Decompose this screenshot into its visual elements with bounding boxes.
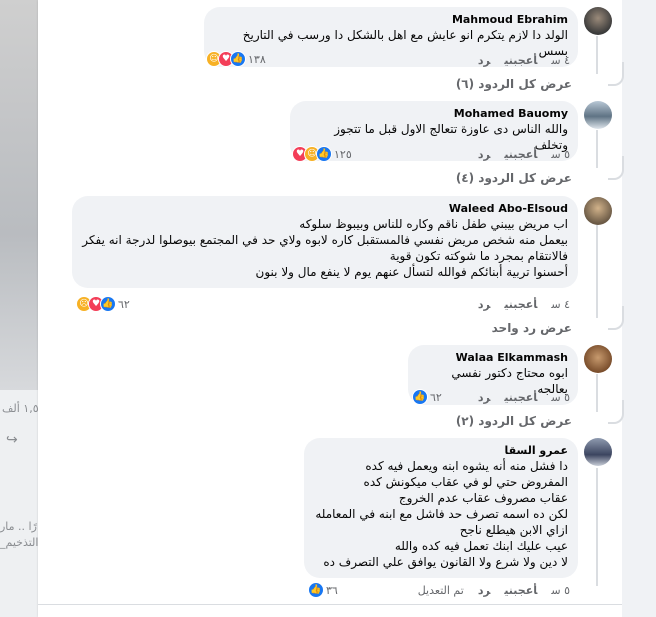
like-reaction-icon: 👍 (316, 146, 332, 162)
avatar[interactable] (584, 101, 612, 129)
like-button[interactable]: أعجبني (504, 54, 537, 67)
comment-author[interactable]: Mahmoud Ebrahim (214, 13, 568, 27)
reply-button[interactable]: رد (478, 584, 491, 597)
like-button[interactable]: أعجبني (504, 148, 537, 161)
avatar[interactable] (584, 345, 612, 373)
background-text: ١,٥ ألف (2, 402, 39, 415)
like-reaction-icon: 👍 (230, 51, 246, 67)
reaction-count: ١٣٨ (248, 52, 266, 66)
comment-actions: ٥ س أعجبني رد (464, 148, 570, 161)
thread-connector (608, 156, 624, 180)
avatar[interactable] (584, 197, 612, 225)
avatar[interactable] (584, 438, 612, 466)
like-reaction-icon: 👍 (412, 389, 428, 405)
reply-button[interactable]: رد (478, 54, 491, 67)
divider (38, 604, 622, 605)
thread-line (596, 130, 598, 168)
background-text: رًا .. مار (0, 520, 37, 533)
comment-text: دا فشل منه أنه يشوه ابنه ويعمل فيه كده ا… (315, 459, 568, 569)
view-replies-link[interactable]: عرض رد واحد (492, 321, 572, 335)
reaction-summary[interactable]: 👍 ٦٢ (412, 389, 442, 405)
comment-text: اب مريض بيبني طفل ناقم وكاره للناس وبيبو… (82, 217, 568, 279)
reply-button[interactable]: رد (478, 391, 491, 404)
edited-label: تم التعديل (417, 584, 464, 597)
comment-actions: ٥ س أعجبني رد (464, 391, 570, 404)
thread-line (596, 36, 598, 74)
like-button[interactable]: أعجبني (504, 584, 537, 597)
background-text: _التذخيم (0, 536, 39, 549)
like-reaction-icon: 👍 (100, 296, 116, 312)
comment-author[interactable]: Waleed Abo-Elsoud (82, 202, 568, 216)
comment-time[interactable]: ٤ س (551, 54, 570, 67)
thread-line (596, 468, 598, 586)
avatar[interactable] (584, 7, 612, 35)
reaction-summary[interactable]: ☹ ♥ 👍 ٦٢ (76, 296, 130, 312)
view-replies-link[interactable]: عرض كل الردود (٦) (456, 77, 572, 91)
reaction-count: ٣٦ (326, 583, 338, 597)
background-post-image (0, 0, 38, 390)
like-button[interactable]: أعجبني (504, 391, 537, 404)
background-feed: ١,٥ ألف ↪ رًا .. مار _التذخيم (0, 0, 39, 617)
reaction-count: ٦٢ (430, 390, 442, 404)
page-margin (622, 0, 656, 617)
reaction-summary[interactable]: ☺ ♥ 👍 ١٣٨ (206, 51, 266, 67)
thread-connector (608, 306, 624, 330)
comment-time[interactable]: ٤ س (551, 298, 570, 311)
view-replies-link[interactable]: عرض كل الردود (٢) (456, 414, 572, 428)
comment-time[interactable]: ٥ س (551, 148, 570, 161)
like-button[interactable]: أعجبني (504, 298, 537, 311)
comment-time[interactable]: ٥ س (551, 584, 570, 597)
comment-author[interactable]: Walaa Elkammash (418, 351, 568, 365)
comment-bubble: عمرو السقا دا فشل منه أنه يشوه ابنه ويعم… (304, 438, 578, 578)
reaction-summary[interactable]: ♥ ☺ 👍 ١٢٥ (292, 146, 352, 162)
reaction-count: ٦٢ (118, 297, 130, 311)
thread-line (596, 374, 598, 412)
reaction-summary[interactable]: 👍 ٣٦ (308, 582, 338, 598)
reply-button[interactable]: رد (478, 298, 491, 311)
like-reaction-icon: 👍 (308, 582, 324, 598)
comment-bubble: Waleed Abo-Elsoud اب مريض بيبني طفل ناقم… (72, 196, 578, 288)
share-icon: ↪ (6, 432, 18, 448)
comment-author[interactable]: Mohamed Bauomy (300, 107, 568, 121)
reply-button[interactable]: رد (478, 148, 491, 161)
comment-author[interactable]: عمرو السقا (314, 444, 568, 458)
thread-connector (608, 400, 624, 424)
comment-actions: ٤ س أعجبني رد (464, 54, 570, 67)
comment-actions: ٥ س أعجبني رد تم التعديل (404, 584, 570, 597)
comment-actions: ٤ س أعجبني رد (464, 298, 570, 311)
thread-line (596, 224, 598, 318)
reaction-count: ١٢٥ (334, 147, 352, 161)
thread-connector (608, 62, 624, 86)
comment-time[interactable]: ٥ س (551, 391, 570, 404)
view-replies-link[interactable]: عرض كل الردود (٤) (456, 171, 572, 185)
